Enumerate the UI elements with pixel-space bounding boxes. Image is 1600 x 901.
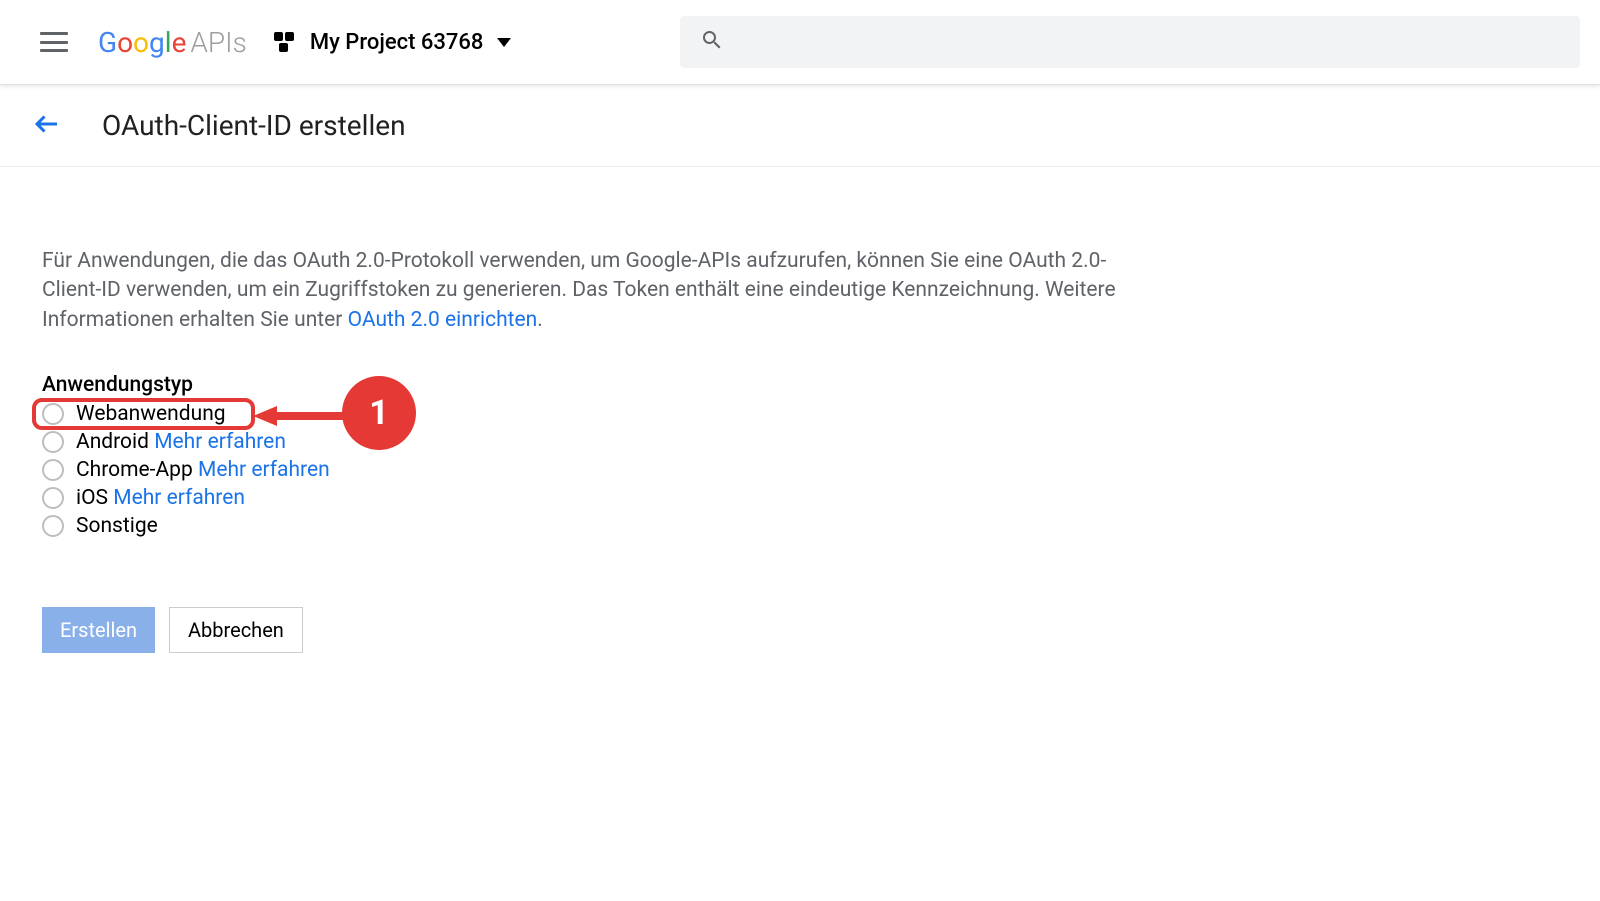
sub-header: OAuth-Client-ID erstellen — [0, 85, 1600, 167]
radio-group-application-type: Webanwendung 1 Android Mehr erfahren Chr… — [42, 401, 1120, 539]
radio-icon[interactable] — [42, 459, 64, 481]
application-type-label: Anwendungstyp — [42, 373, 1120, 397]
radio-icon[interactable] — [42, 487, 64, 509]
project-icon — [272, 30, 296, 54]
button-row: Erstellen Abbrechen — [42, 607, 1120, 653]
description-part2: . — [537, 308, 543, 332]
annotation-arrow-icon — [253, 404, 343, 432]
project-name: My Project 63768 — [310, 30, 484, 55]
logo-apis-text: APIs — [190, 26, 246, 59]
radio-option-web[interactable]: Webanwendung 1 — [42, 401, 1120, 427]
logo-google-text: Google — [98, 26, 186, 59]
radio-icon[interactable] — [42, 431, 64, 453]
radio-option-ios[interactable]: iOS Mehr erfahren — [42, 485, 1120, 511]
radio-icon[interactable] — [42, 515, 64, 537]
learn-more-link[interactable]: Mehr erfahren — [198, 458, 330, 482]
search-icon — [700, 28, 724, 56]
chevron-down-icon — [497, 38, 511, 47]
top-header: Google APIs My Project 63768 — [0, 0, 1600, 85]
radio-option-android[interactable]: Android Mehr erfahren — [42, 429, 1120, 455]
back-arrow-icon[interactable] — [32, 109, 62, 143]
google-apis-logo[interactable]: Google APIs — [98, 26, 247, 59]
radio-option-other[interactable]: Sonstige — [42, 513, 1120, 539]
learn-more-link[interactable]: Mehr erfahren — [113, 486, 245, 510]
radio-label: Sonstige — [76, 514, 158, 538]
create-button[interactable]: Erstellen — [42, 607, 155, 653]
main-content: Für Anwendungen, die das OAuth 2.0-Proto… — [0, 167, 1120, 653]
radio-label: Chrome-App Mehr erfahren — [76, 458, 330, 482]
description-text: Für Anwendungen, die das OAuth 2.0-Proto… — [42, 247, 1120, 335]
radio-label: iOS Mehr erfahren — [76, 486, 245, 510]
cancel-button[interactable]: Abbrechen — [169, 607, 303, 653]
radio-label: Webanwendung — [76, 402, 226, 426]
hamburger-menu-icon[interactable] — [40, 32, 68, 52]
description-part1: Für Anwendungen, die das OAuth 2.0-Proto… — [42, 249, 1116, 332]
radio-label: Android Mehr erfahren — [76, 430, 286, 454]
search-input[interactable] — [680, 16, 1580, 68]
page-title: OAuth-Client-ID erstellen — [102, 109, 406, 142]
learn-more-link[interactable]: Mehr erfahren — [154, 430, 286, 454]
oauth-setup-link[interactable]: OAuth 2.0 einrichten — [348, 308, 538, 332]
radio-option-chrome-app[interactable]: Chrome-App Mehr erfahren — [42, 457, 1120, 483]
project-selector[interactable]: My Project 63768 — [272, 30, 512, 55]
radio-icon[interactable] — [42, 403, 64, 425]
